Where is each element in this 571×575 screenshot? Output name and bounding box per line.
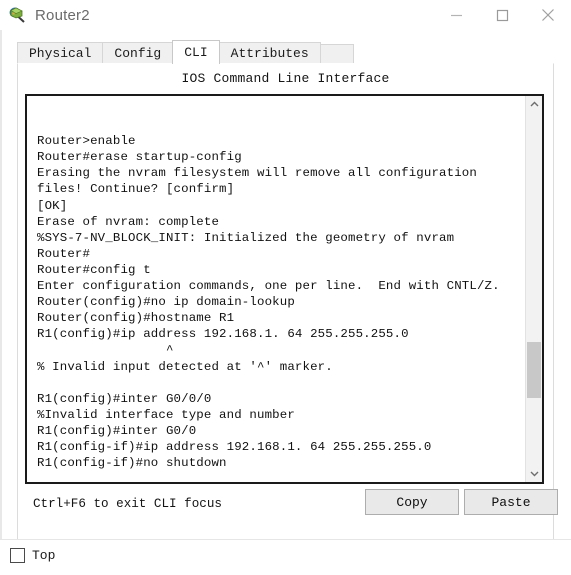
tab-physical[interactable]: Physical [17, 42, 104, 64]
title-bar: Router2 [0, 0, 571, 31]
tab-strip-filler [319, 44, 354, 64]
tab-cli[interactable]: CLI [172, 40, 220, 64]
scrollbar-thumb[interactable] [527, 342, 541, 398]
console-footer: Ctrl+F6 to exit CLI focus Copy Paste [18, 485, 558, 539]
bottom-bar: Top [0, 539, 571, 575]
router-device-icon [9, 6, 27, 24]
tab-strip: Physical Config CLI Attributes [17, 40, 354, 64]
close-button[interactable] [525, 0, 571, 30]
console-scrollbar[interactable] [525, 96, 542, 482]
maximize-button[interactable] [479, 0, 525, 30]
minimize-button[interactable] [433, 0, 479, 30]
cli-focus-hint: Ctrl+F6 to exit CLI focus [33, 497, 222, 511]
cli-tab-panel: IOS Command Line Interface Router>enable… [17, 63, 558, 540]
window-title: Router2 [35, 6, 90, 24]
window-controls [433, 0, 571, 30]
window-left-edge [0, 30, 2, 575]
chevron-up-icon[interactable] [526, 96, 542, 113]
console-frame: Router>enable Router#erase startup-confi… [25, 94, 544, 484]
copy-button[interactable]: Copy [365, 489, 459, 515]
top-checkbox-row[interactable]: Top [10, 548, 55, 563]
tab-attributes[interactable]: Attributes [218, 42, 321, 64]
console-output-area[interactable]: Router>enable Router#erase startup-confi… [27, 96, 525, 482]
panel-title: IOS Command Line Interface [181, 71, 390, 86]
tab-config[interactable]: Config [102, 42, 174, 64]
chevron-down-icon[interactable] [526, 465, 542, 482]
top-checkbox[interactable] [10, 548, 25, 563]
paste-button[interactable]: Paste [464, 489, 558, 515]
top-checkbox-label: Top [32, 548, 56, 563]
console-output-text: Router>enable Router#erase startup-confi… [37, 134, 500, 471]
